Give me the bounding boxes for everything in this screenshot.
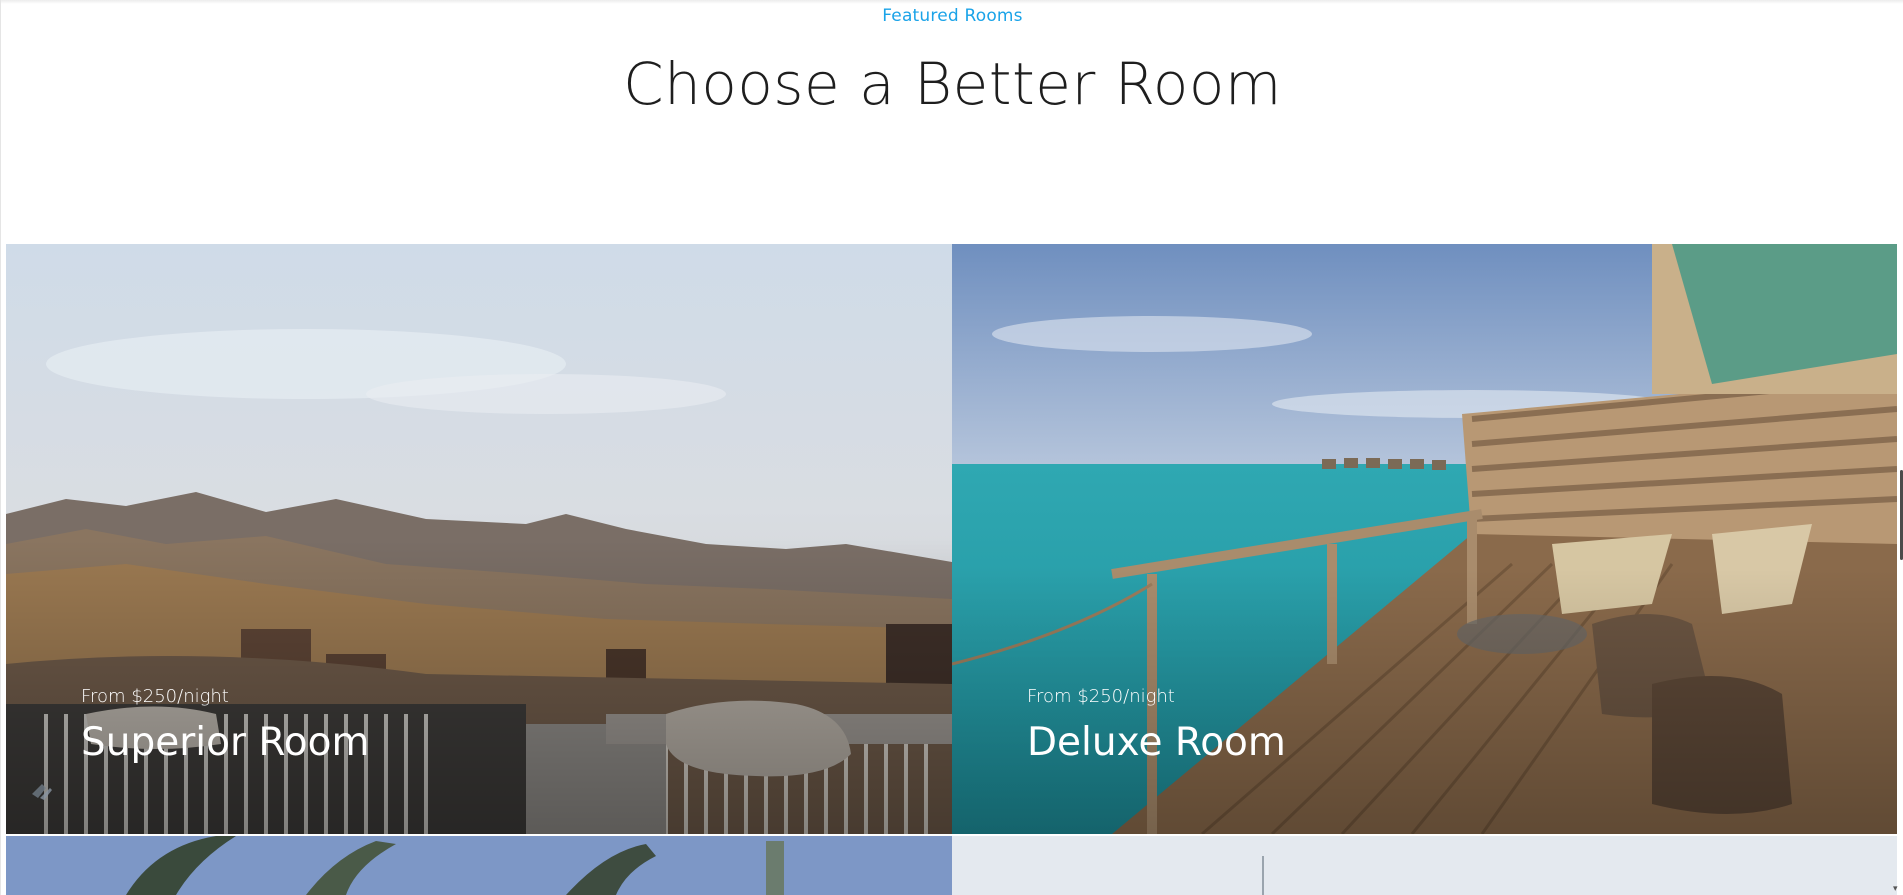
room-card-partial-left[interactable] [6,836,952,895]
room-photo-palms [6,836,952,895]
room-price: From $250/night [81,686,229,707]
section-eyebrow: Featured Rooms [882,6,1023,26]
room-card-superior[interactable]: From $250/night Superior Room [6,244,952,834]
room-price: From $250/night [1027,686,1175,707]
room-name[interactable]: Deluxe Room [1027,720,1286,765]
room-card-deluxe[interactable]: From $250/night Deluxe Room [952,244,1897,834]
rooms-grid: From $250/night Superior Room From $250/… [6,244,1897,895]
room-photo-pale-sky [952,836,1897,895]
featured-rooms-page: Featured Rooms Choose a Better Room From… [0,0,1903,895]
room-name[interactable]: Superior Room [81,720,369,765]
site-logo-icon [32,784,52,800]
chevron-down-icon[interactable]: ▾ [1893,885,1901,894]
section-title: Choose a Better Room [623,50,1282,118]
room-card-partial-right[interactable] [952,836,1897,895]
header-shadow [1,0,1903,4]
